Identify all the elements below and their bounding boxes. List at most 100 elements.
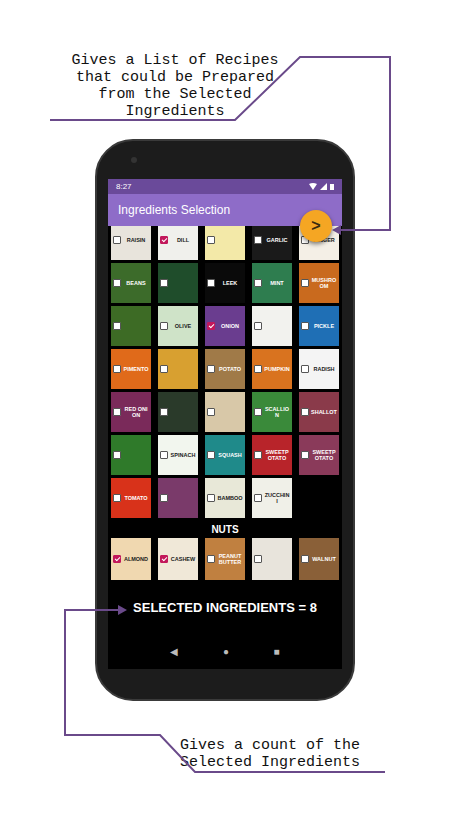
ingredient-tile[interactable]: OLIVE — [158, 306, 198, 346]
ingredient-tile[interactable]: PICKLE — [299, 306, 339, 346]
ingredient-label: BAMBOO — [217, 495, 243, 501]
checkbox[interactable] — [301, 322, 309, 330]
checkbox[interactable] — [254, 236, 262, 244]
checkbox[interactable] — [113, 555, 121, 563]
ingredient-tile[interactable]: BEANS — [111, 263, 151, 303]
checkbox[interactable] — [207, 451, 215, 459]
checkbox[interactable] — [160, 408, 168, 416]
checkbox[interactable] — [254, 451, 262, 459]
checkbox[interactable] — [254, 555, 262, 563]
checkbox[interactable] — [207, 322, 215, 330]
checkbox[interactable] — [113, 408, 121, 416]
ingredient-label: SHALLOT — [311, 409, 337, 415]
ingredient-tile[interactable] — [111, 435, 151, 475]
ingredient-tile[interactable] — [205, 392, 245, 432]
checkbox[interactable] — [160, 451, 168, 459]
ingredient-tile[interactable]: DILL — [158, 226, 198, 260]
checkbox[interactable] — [254, 365, 262, 373]
checkbox[interactable] — [301, 279, 309, 287]
ingredient-tile[interactable]: PUMPKIN — [252, 349, 292, 389]
checkbox[interactable] — [160, 494, 168, 502]
ingredient-tile[interactable]: SWEETPOTATO — [252, 435, 292, 475]
ingredient-tile[interactable]: TOMATO — [111, 478, 151, 518]
ingredient-tile[interactable] — [158, 478, 198, 518]
checkbox[interactable] — [254, 322, 262, 330]
ingredient-tile[interactable]: POTATO — [205, 349, 245, 389]
checkbox[interactable] — [160, 279, 168, 287]
recipes-button[interactable]: > — [300, 210, 332, 242]
ingredient-tile[interactable]: PIMENTO — [111, 349, 151, 389]
checkbox[interactable] — [207, 494, 215, 502]
ingredient-tile[interactable]: ZUCCHINI — [252, 478, 292, 518]
nav-bar: ◀ ● ■ — [108, 634, 342, 669]
ingredient-tile[interactable]: RED ONION — [111, 392, 151, 432]
checkbox[interactable] — [301, 365, 309, 373]
recipes-arrow-line — [50, 57, 390, 230]
ingredient-label: SWEETPOTATO — [311, 449, 337, 461]
checkbox[interactable] — [160, 365, 168, 373]
checkbox[interactable] — [254, 279, 262, 287]
nav-button[interactable]: ■ — [270, 642, 284, 661]
ingredient-tile[interactable]: GARLIC — [252, 226, 292, 260]
ingredient-tile[interactable]: MUSHROOM — [299, 263, 339, 303]
ingredient-tile[interactable]: BAMBOO — [205, 478, 245, 518]
checkbox[interactable] — [207, 408, 215, 416]
checkbox[interactable] — [113, 451, 121, 459]
ingredients-list[interactable]: RAISINDILLGARLICGINGERBEANSLEEKMINTMUSHR… — [108, 226, 342, 634]
ingredient-tile[interactable]: SQUASH — [205, 435, 245, 475]
ingredient-tile[interactable]: ONION — [205, 306, 245, 346]
ingredient-tile[interactable] — [205, 226, 245, 260]
ingredient-tile[interactable] — [158, 349, 198, 389]
ingredient-tile[interactable] — [252, 538, 292, 580]
ingredient-tile[interactable]: RAISIN — [111, 226, 151, 260]
section-title: NUTS — [108, 518, 342, 538]
checkbox[interactable] — [113, 236, 121, 244]
wifi-icon — [309, 183, 317, 190]
checkbox[interactable] — [160, 236, 168, 244]
checkbox[interactable] — [254, 408, 262, 416]
checkbox[interactable] — [301, 408, 309, 416]
checkbox[interactable] — [207, 236, 215, 244]
recipes-annotation: Gives a List of Recipesthat could be Pre… — [45, 52, 305, 120]
ingredient-tile[interactable] — [158, 263, 198, 303]
checkbox[interactable] — [301, 555, 309, 563]
phone: 8:27Ingredients Selection>RAISINDILLGARL… — [95, 139, 355, 701]
ingredient-tile[interactable]: RADISH — [299, 349, 339, 389]
nav-button[interactable]: ● — [219, 642, 233, 661]
ingredient-tile[interactable] — [111, 306, 151, 346]
checkbox[interactable] — [160, 555, 168, 563]
checkbox[interactable] — [254, 494, 262, 502]
checkbox[interactable] — [160, 322, 168, 330]
camera-icon — [131, 157, 137, 163]
ingredient-tile[interactable]: SPINACH — [158, 435, 198, 475]
ingredient-label: TOMATO — [123, 495, 149, 501]
checkbox[interactable] — [113, 365, 121, 373]
ingredient-tile[interactable]: MINT — [252, 263, 292, 303]
ingredient-tile[interactable]: PEANUT BUTTER — [205, 538, 245, 580]
ingredient-tile[interactable]: SCALLION — [252, 392, 292, 432]
checkbox[interactable] — [207, 555, 215, 563]
ingredients-scroll[interactable]: RAISINDILLGARLICGINGERBEANSLEEKMINTMUSHR… — [108, 226, 342, 518]
checkbox[interactable] — [207, 365, 215, 373]
ingredient-tile[interactable]: SHALLOT — [299, 392, 339, 432]
nav-button[interactable]: ◀ — [166, 642, 182, 661]
checkbox[interactable] — [113, 279, 121, 287]
annotation-arrows — [0, 0, 458, 837]
checkbox[interactable] — [207, 279, 215, 287]
ingredient-tile[interactable]: SWEETPOTATO — [299, 435, 339, 475]
status-bar: 8:27 — [108, 179, 342, 194]
ingredient-tile[interactable]: WALNUT — [299, 538, 339, 580]
arrowhead-icon — [118, 605, 127, 615]
ingredient-tile[interactable] — [158, 392, 198, 432]
checkbox[interactable] — [113, 494, 121, 502]
annotation-line: from the Selected — [98, 86, 251, 103]
ingredient-tile[interactable] — [252, 306, 292, 346]
ingredient-tile[interactable]: LEEK — [205, 263, 245, 303]
ingredient-tile[interactable]: CASHEW — [158, 538, 198, 580]
ingredient-label: CASHEW — [170, 556, 196, 562]
checkbox[interactable] — [301, 451, 309, 459]
ingredient-tile[interactable]: ALMOND — [111, 538, 151, 580]
checkbox[interactable] — [113, 322, 121, 330]
ingredient-label: SPINACH — [170, 452, 196, 458]
ingredient-label: DILL — [170, 237, 196, 243]
